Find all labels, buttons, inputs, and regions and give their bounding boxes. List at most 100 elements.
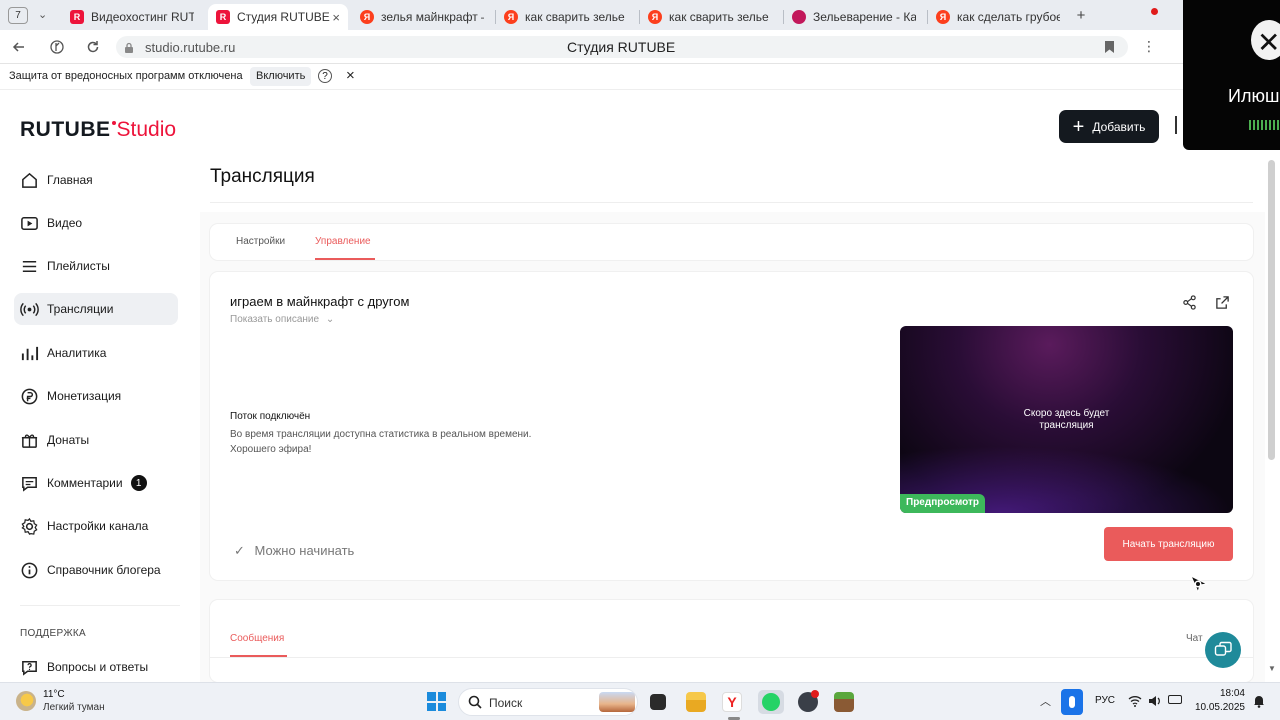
reload-icon[interactable] [84, 38, 102, 56]
lock-icon [124, 41, 134, 59]
open-external-icon[interactable] [1215, 295, 1230, 315]
browser-tab[interactable]: Я как сварить зелье силы [496, 4, 636, 30]
taskbar-search[interactable]: Поиск [458, 688, 638, 716]
sidebar-item-label: Аналитика [47, 346, 107, 360]
support-chat-button[interactable] [1205, 632, 1241, 668]
tab-title: зелья майнкрафт — Я [381, 10, 484, 24]
sidebar-item-blogger-guide[interactable]: Справочник блогера [14, 554, 178, 586]
page-scrollbar[interactable] [1268, 160, 1275, 460]
wifi-icon[interactable] [1128, 694, 1142, 712]
sidebar-item-label: Плейлисты [47, 259, 110, 273]
audio-level-icon [1249, 120, 1280, 130]
tab-title: Зельеварение - Как с [813, 10, 916, 24]
logo-dot-icon [111, 121, 116, 125]
chevron-down-icon: ⌄ [325, 314, 335, 325]
sidebar-item-comments[interactable]: Комментарии 1 [14, 467, 178, 499]
tab-messages[interactable]: Сообщения [230, 633, 284, 644]
menu-dots-icon[interactable]: ⋮ [1142, 38, 1156, 55]
rutube-studio-logo[interactable]: RUTUBE Studio [20, 114, 176, 142]
stream-title: играем в майнкрафт с другом [230, 294, 410, 309]
browser-tab[interactable]: Зельеварение - Как с [784, 4, 924, 30]
notification-bell-icon[interactable] [1253, 694, 1265, 713]
sidebar-divider [20, 605, 180, 606]
browser-tab[interactable]: Я как сделать грубое зе [928, 4, 1068, 30]
language-indicator[interactable]: РУС [1095, 695, 1115, 706]
checkmark-icon: ✓ [234, 543, 245, 558]
security-warning-bar: Защита от вредоносных программ отключена… [0, 64, 1280, 90]
sidebar-item-broadcasts[interactable]: Трансляции [14, 293, 178, 325]
comments-count-badge: 1 [130, 475, 147, 491]
warning-text: Защита от вредоносных программ отключена [9, 70, 243, 82]
sidebar-item-faq[interactable]: Вопросы и ответы [14, 651, 178, 683]
microphone-icon[interactable] [1061, 689, 1083, 715]
page-title: Трансляция [210, 166, 315, 187]
help-icon[interactable]: ? [318, 69, 332, 83]
bookmark-icon[interactable] [1104, 40, 1115, 59]
browser-tab[interactable]: R Видеохостинг RUTUBE [62, 4, 202, 30]
scroll-down-arrow-icon[interactable]: ▼ [1268, 664, 1276, 673]
windows-start-icon[interactable] [427, 692, 446, 711]
enable-protection-button[interactable]: Включить [250, 67, 312, 86]
tray-overflow-icon[interactable]: ︿ [1040, 693, 1051, 709]
rutube-favicon-icon: R [216, 10, 230, 24]
sidebar-item-video[interactable]: Видео [14, 207, 178, 239]
sidebar-item-monetization[interactable]: Монетизация [14, 380, 178, 412]
tab-chat[interactable]: Чат [1186, 633, 1203, 644]
clock-date[interactable]: 10.05.2025 [1193, 702, 1245, 713]
new-tab-button[interactable]: + [1072, 6, 1090, 24]
browser-tab[interactable]: Я зелья майнкрафт — Я [352, 4, 492, 30]
share-icon[interactable] [1182, 295, 1197, 315]
browser-tab[interactable]: Я как сварить зелье силы [640, 4, 780, 30]
call-overlay[interactable]: ✕ Илюш [1183, 0, 1280, 150]
playlist-icon [22, 260, 37, 272]
sidebar-item-playlists[interactable]: Плейлисты [14, 250, 178, 282]
weather-widget[interactable]: 11°C Легкий туман [16, 689, 116, 715]
stream-status-text: Во время трансляции доступна статистика … [230, 429, 532, 440]
sidebar-item-analytics[interactable]: Аналитика [14, 337, 178, 369]
minecraft-icon[interactable] [834, 692, 854, 712]
tab-count-button[interactable]: 7 [8, 7, 28, 24]
stream-card: играем в майнкрафт с другом Показать опи… [210, 272, 1253, 580]
title-divider [210, 202, 1253, 203]
chat-bubbles-icon [1214, 641, 1232, 656]
search-placeholder: Поиск [489, 696, 523, 710]
active-tab-underline [315, 258, 375, 260]
sidebar-item-label: Вопросы и ответы [47, 660, 149, 674]
app-notification-dot-icon [811, 690, 819, 698]
sidebar-item-label: Настройки канала [47, 519, 149, 533]
whatsapp-icon[interactable] [758, 690, 784, 714]
sidebar-item-channel-settings[interactable]: Настройки канала [14, 510, 178, 542]
back-arrow-icon[interactable] [10, 38, 28, 56]
donate-icon [21, 433, 38, 448]
close-warning-icon[interactable]: × [346, 67, 355, 84]
yandex-home-icon[interactable] [48, 38, 66, 56]
page-title-in-addressbar: Студия RUTUBE [567, 39, 676, 55]
file-explorer-icon[interactable] [686, 692, 706, 712]
yandex-browser-icon[interactable]: Y [722, 692, 742, 712]
tab-management[interactable]: Управление [315, 236, 371, 247]
start-broadcast-button[interactable]: Начать трансляцию [1104, 527, 1233, 561]
question-icon [22, 660, 37, 676]
sidebar-item-home[interactable]: Главная [14, 164, 178, 196]
tab-close-icon[interactable]: × [332, 10, 340, 25]
stream-preview[interactable]: Скоро здесь будет трансляция Предпросмот… [900, 326, 1233, 513]
windows-taskbar: 11°C Легкий туман Поиск Y ︿ РУС 18:04 10… [0, 682, 1280, 720]
tab-title: Студия RUTUBE [237, 10, 330, 24]
tab-settings[interactable]: Настройки [236, 236, 285, 247]
url-field[interactable]: studio.rutube.ru Студия RUTUBE [116, 36, 1128, 58]
show-description-link[interactable]: Показать описание ⌄ [230, 314, 334, 325]
task-view-icon[interactable] [650, 694, 666, 710]
plus-icon: + [1072, 115, 1085, 138]
yandex-favicon-icon: Я [360, 10, 374, 24]
browser-tab-strip: 7 ⌄ R Видеохостинг RUTUBE R Студия RUTUB… [0, 0, 1280, 30]
browser-tab-active[interactable]: R Студия RUTUBE × [208, 4, 348, 30]
sidebar-item-donations[interactable]: Донаты [14, 424, 178, 456]
close-icon[interactable]: ✕ [1257, 26, 1280, 59]
volume-icon[interactable] [1148, 694, 1162, 712]
preview-badge: Предпросмотр [900, 494, 986, 513]
notification-dot-icon [1151, 8, 1158, 15]
clock-time[interactable]: 18:04 [1193, 688, 1245, 699]
battery-icon[interactable] [1168, 695, 1182, 704]
tab-list-icon[interactable]: ⌄ [38, 8, 47, 21]
add-content-button[interactable]: + Добавить [1059, 110, 1159, 143]
